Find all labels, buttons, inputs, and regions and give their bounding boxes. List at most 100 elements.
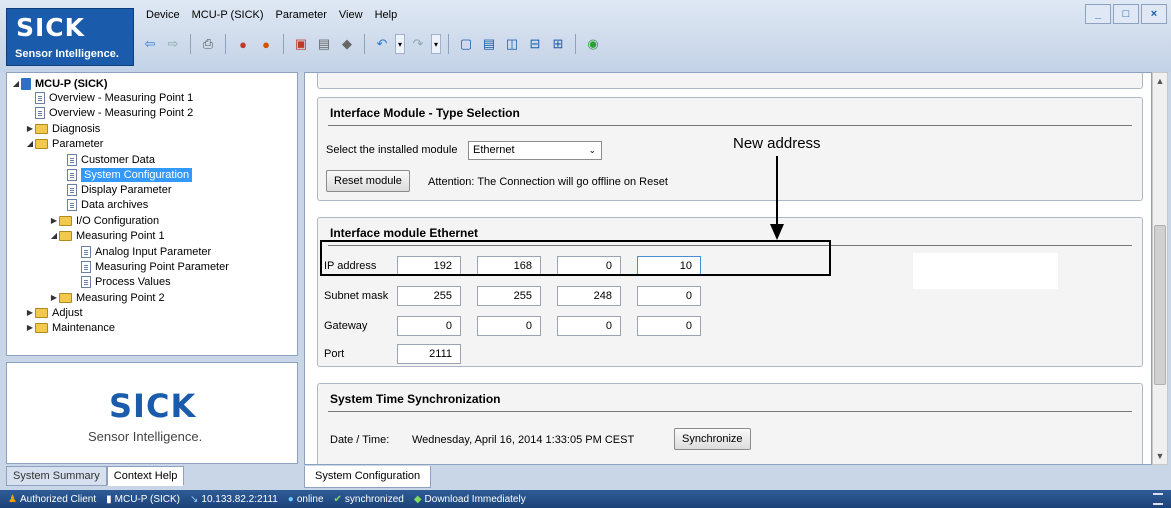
help-icon[interactable]: ◉ — [583, 34, 603, 54]
layout-4-icon[interactable]: ⊟ — [525, 34, 545, 54]
minimize-button[interactable]: _ — [1085, 4, 1111, 24]
annotation-arrow-line — [776, 156, 778, 226]
tree-item-io-configuration[interactable]: ▶ I/O Configuration — [49, 214, 159, 228]
tree-item-process-values[interactable]: Process Values — [81, 275, 171, 289]
document-icon — [81, 276, 91, 288]
synchronize-button[interactable]: Synchronize — [674, 428, 751, 450]
users-icon[interactable]: ● — [256, 34, 276, 54]
gateway-octet-2-input[interactable]: 0 — [477, 316, 541, 336]
back-icon[interactable]: ⇦ — [140, 34, 160, 54]
scroll-thumb[interactable] — [1154, 225, 1166, 385]
section-title: Interface Module - Type Selection — [330, 106, 520, 120]
module-select-label: Select the installed module — [326, 144, 458, 156]
ip-address-label: IP address — [324, 260, 377, 272]
menu-device[interactable]: Device — [140, 6, 186, 26]
subnet-octet-3-input[interactable]: 248 — [557, 286, 621, 306]
tree-item-label: Display Parameter — [81, 184, 172, 196]
section-divider — [328, 125, 1132, 126]
menu-help[interactable]: Help — [369, 6, 404, 26]
gateway-octet-1-input[interactable]: 0 — [397, 316, 461, 336]
section-divider — [328, 411, 1132, 412]
layout-3-icon[interactable]: ◫ — [502, 34, 522, 54]
ip-octet-4-input[interactable]: 10 — [637, 256, 701, 276]
tab-system-configuration[interactable]: System Configuration — [304, 466, 432, 488]
tree-item-label: Process Values — [95, 276, 171, 288]
subnet-octet-4-input[interactable]: 0 — [637, 286, 701, 306]
tree-item-label: Diagnosis — [52, 123, 101, 135]
forward-icon[interactable]: ⇨ — [163, 34, 183, 54]
toolbar: ⇦ ⇨ ⎙ ● ● ▣ ▤ ◆ ↶ ▾ ↷ ▾ ▢ ▤ ◫ ⊟ ⊞ ◉ — [140, 30, 603, 58]
tree-item-measuring-point-parameter[interactable]: Measuring Point Parameter — [81, 260, 229, 274]
user-login-icon[interactable]: ● — [233, 34, 253, 54]
tree-item-parameter[interactable]: ◢ Parameter — [25, 137, 103, 151]
tree-item-display-parameter[interactable]: Display Parameter — [67, 183, 171, 197]
redo-icon[interactable]: ↷ — [408, 34, 428, 54]
close-button[interactable]: × — [1141, 4, 1167, 24]
export-icon[interactable]: ▣ — [291, 34, 311, 54]
status-sync: ✔ synchronized — [334, 494, 404, 505]
gateway-octet-3-input[interactable]: 0 — [557, 316, 621, 336]
expanded-arrow-icon[interactable]: ◢ — [49, 229, 59, 243]
attention-text: Attention: The Connection will go offlin… — [428, 176, 668, 188]
expanded-arrow-icon[interactable]: ◢ — [25, 137, 35, 151]
gateway-octet-4-input[interactable]: 0 — [637, 316, 701, 336]
scroll-up-icon[interactable]: ▲ — [1153, 73, 1167, 89]
content-scrollbar[interactable]: ▲ ▼ — [1152, 72, 1168, 465]
subnet-mask-label: Subnet mask — [324, 290, 389, 302]
menu-view[interactable]: View — [333, 6, 369, 26]
tree-item-system-configuration[interactable]: System Configuration — [67, 168, 193, 182]
menu-parameter[interactable]: Parameter — [270, 6, 333, 26]
ip-octet-1-input[interactable]: 192 — [397, 256, 461, 276]
tree-item-overview-1[interactable]: Overview - Measuring Point 1 — [35, 91, 193, 105]
tree-item-data-archives[interactable]: Data archives — [67, 198, 148, 212]
collapsed-arrow-icon[interactable]: ▶ — [49, 291, 59, 305]
ip-octet-2-input[interactable]: 168 — [477, 256, 541, 276]
tab-context-help[interactable]: Context Help — [106, 466, 185, 486]
tree-item-overview-2[interactable]: Overview - Measuring Point 2 — [35, 106, 193, 120]
device-icon — [21, 78, 31, 90]
subnet-octet-2-input[interactable]: 255 — [477, 286, 541, 306]
tree-item-label: Data archives — [81, 199, 149, 211]
redo-dropdown-icon[interactable]: ▾ — [431, 34, 441, 54]
tree-item-measuring-point-1[interactable]: ◢ Measuring Point 1 — [49, 229, 165, 243]
gateway-label: Gateway — [324, 320, 368, 332]
resize-grip-icon[interactable] — [1153, 493, 1163, 505]
collapsed-arrow-icon[interactable]: ▶ — [25, 321, 35, 335]
document-icon — [81, 246, 91, 258]
reset-module-button[interactable]: Reset module — [326, 170, 410, 192]
print-icon[interactable]: ⎙ — [198, 34, 218, 54]
status-download: ◆ Download Immediately — [414, 494, 526, 505]
tab-system-summary[interactable]: System Summary — [6, 466, 107, 486]
layout-1-icon[interactable]: ▢ — [456, 34, 476, 54]
scroll-down-icon[interactable]: ▼ — [1153, 448, 1167, 464]
import-icon[interactable]: ▤ — [314, 34, 334, 54]
menu-mcu-p[interactable]: MCU-P (SICK) — [186, 6, 270, 26]
tree-item-diagnosis[interactable]: ▶ Diagnosis — [25, 122, 100, 136]
layout-5-icon[interactable]: ⊞ — [548, 34, 568, 54]
tree-item-measuring-point-2[interactable]: ▶ Measuring Point 2 — [49, 291, 165, 305]
collapsed-arrow-icon[interactable]: ▶ — [25, 306, 35, 320]
status-online: ● online — [288, 494, 324, 505]
folder-icon — [35, 139, 48, 149]
eraser-icon[interactable]: ◆ — [337, 34, 357, 54]
expanded-arrow-icon[interactable]: ◢ — [11, 77, 21, 91]
tree-item-analog-input[interactable]: Analog Input Parameter — [81, 245, 211, 259]
tree-root[interactable]: ◢ MCU-P (SICK) — [11, 77, 108, 91]
collapsed-arrow-icon[interactable]: ▶ — [25, 122, 35, 136]
logo-brand: SICK — [16, 13, 86, 42]
maximize-button[interactable]: □ — [1113, 4, 1139, 24]
toolbar-separator — [448, 34, 449, 54]
tree-item-customer-data[interactable]: Customer Data — [67, 153, 155, 167]
collapsed-arrow-icon[interactable]: ▶ — [49, 214, 59, 228]
date-time-label: Date / Time: — [330, 434, 390, 446]
undo-icon[interactable]: ↶ — [372, 34, 392, 54]
tree-item-maintenance[interactable]: ▶ Maintenance — [25, 321, 115, 335]
tree-item-adjust[interactable]: ▶ Adjust — [25, 306, 83, 320]
ip-octet-3-input[interactable]: 0 — [557, 256, 621, 276]
port-input[interactable]: 2111 — [397, 344, 461, 364]
subnet-octet-1-input[interactable]: 255 — [397, 286, 461, 306]
layout-2-icon[interactable]: ▤ — [479, 34, 499, 54]
undo-dropdown-icon[interactable]: ▾ — [395, 34, 405, 54]
interface-type-section: Interface Module - Type Selection Select… — [317, 97, 1143, 201]
module-select[interactable]: Ethernet ⌄ — [468, 141, 602, 160]
